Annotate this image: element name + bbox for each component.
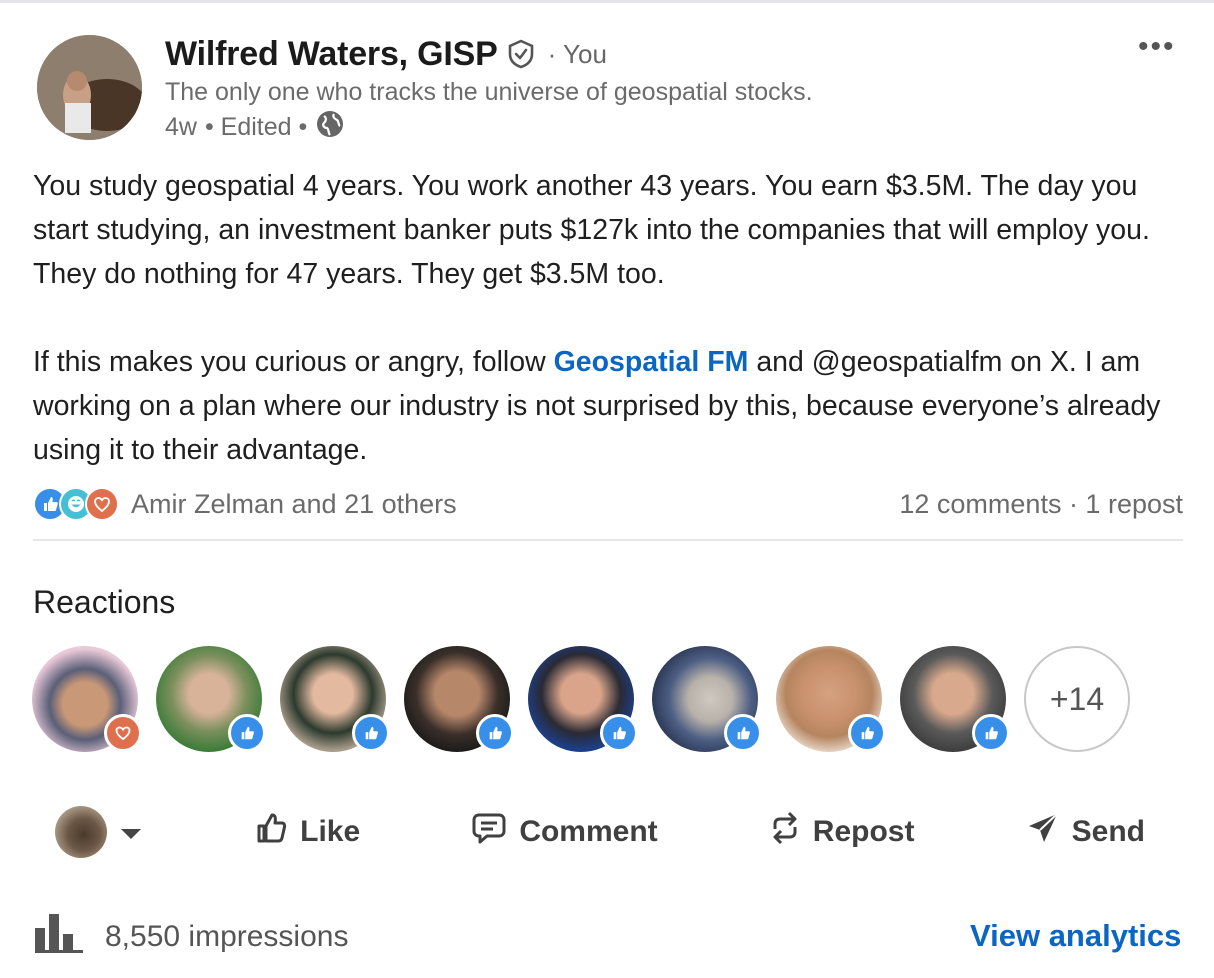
author-name-row: Wilfred Waters, GISP · You bbox=[165, 32, 607, 76]
comment-label: Comment bbox=[519, 815, 658, 848]
social-counts-row: Amir Zelman and 21 others 12 comments · … bbox=[33, 484, 1183, 524]
like-icon bbox=[476, 714, 514, 752]
reactor-avatar[interactable] bbox=[156, 646, 266, 752]
impressions-count: 8,550 impressions bbox=[105, 920, 349, 953]
verified-icon bbox=[506, 39, 536, 69]
reactor-avatar[interactable] bbox=[900, 646, 1010, 752]
action-bar: Like Comment Repost Send bbox=[55, 800, 1145, 864]
actor-avatar bbox=[55, 806, 107, 858]
author-avatar[interactable] bbox=[37, 35, 142, 140]
send-button[interactable]: Send bbox=[1026, 811, 1145, 853]
reactor-avatar[interactable] bbox=[280, 646, 390, 752]
impressions-row: 8,550 impressions bbox=[35, 912, 348, 962]
repost-label: Repost bbox=[812, 815, 915, 848]
like-label: Like bbox=[300, 815, 361, 848]
more-options-icon[interactable]: ••• bbox=[1138, 30, 1176, 64]
comment-button[interactable]: Comment bbox=[471, 811, 658, 853]
post-paragraph-2: If this makes you curious or angry, foll… bbox=[33, 340, 1193, 472]
like-icon bbox=[848, 714, 886, 752]
actor-switcher[interactable] bbox=[55, 806, 143, 858]
comments-reposts-count[interactable]: 12 comments · 1 repost bbox=[899, 489, 1183, 520]
reactor-avatar[interactable] bbox=[32, 646, 142, 752]
post-meta: 4w • Edited • bbox=[165, 110, 345, 144]
comment-icon bbox=[471, 811, 507, 853]
reactor-avatar[interactable] bbox=[652, 646, 762, 752]
author-name[interactable]: Wilfred Waters, GISP bbox=[165, 35, 498, 74]
thumbs-up-icon bbox=[254, 811, 288, 853]
like-icon bbox=[972, 714, 1010, 752]
reactor-avatar[interactable] bbox=[528, 646, 638, 752]
love-icon bbox=[85, 487, 119, 521]
divider bbox=[33, 539, 1183, 541]
reactor-avatar[interactable] bbox=[776, 646, 886, 752]
geospatial-fm-link[interactable]: Geospatial FM bbox=[554, 346, 749, 378]
bar-chart-icon bbox=[35, 912, 83, 962]
post-paragraph-1: You study geospatial 4 years. You work a… bbox=[33, 170, 1150, 290]
love-icon bbox=[104, 714, 142, 752]
like-icon bbox=[600, 714, 638, 752]
you-label: · You bbox=[547, 38, 607, 69]
paragraph-2-text-a: If this makes you curious or angry, foll… bbox=[33, 346, 554, 378]
chevron-down-icon bbox=[119, 815, 143, 849]
like-icon bbox=[352, 714, 390, 752]
author-headline: The only one who tracks the universe of … bbox=[165, 78, 813, 106]
post-age: 4w bbox=[165, 112, 197, 141]
send-icon bbox=[1026, 811, 1060, 853]
like-icon bbox=[724, 714, 762, 752]
reactors-text[interactable]: Amir Zelman and 21 others bbox=[131, 489, 457, 520]
more-reactors-button[interactable]: +14 bbox=[1024, 646, 1130, 752]
repost-button[interactable]: Repost bbox=[769, 810, 915, 854]
like-button[interactable]: Like bbox=[254, 811, 360, 853]
reactions-heading: Reactions bbox=[33, 584, 176, 620]
globe-icon bbox=[315, 109, 345, 146]
view-analytics-link[interactable]: View analytics bbox=[970, 918, 1181, 954]
send-label: Send bbox=[1071, 815, 1145, 848]
edited-label: • Edited • bbox=[204, 112, 308, 141]
reactor-avatar[interactable] bbox=[404, 646, 514, 752]
post-body: You study geospatial 4 years. You work a… bbox=[33, 164, 1193, 472]
like-icon bbox=[228, 714, 266, 752]
reactor-avatars: +14 bbox=[32, 646, 1130, 752]
top-border bbox=[0, 0, 1214, 3]
reactors-summary[interactable]: Amir Zelman and 21 others bbox=[33, 487, 457, 521]
reaction-icons bbox=[33, 487, 119, 521]
repost-icon bbox=[769, 810, 801, 854]
